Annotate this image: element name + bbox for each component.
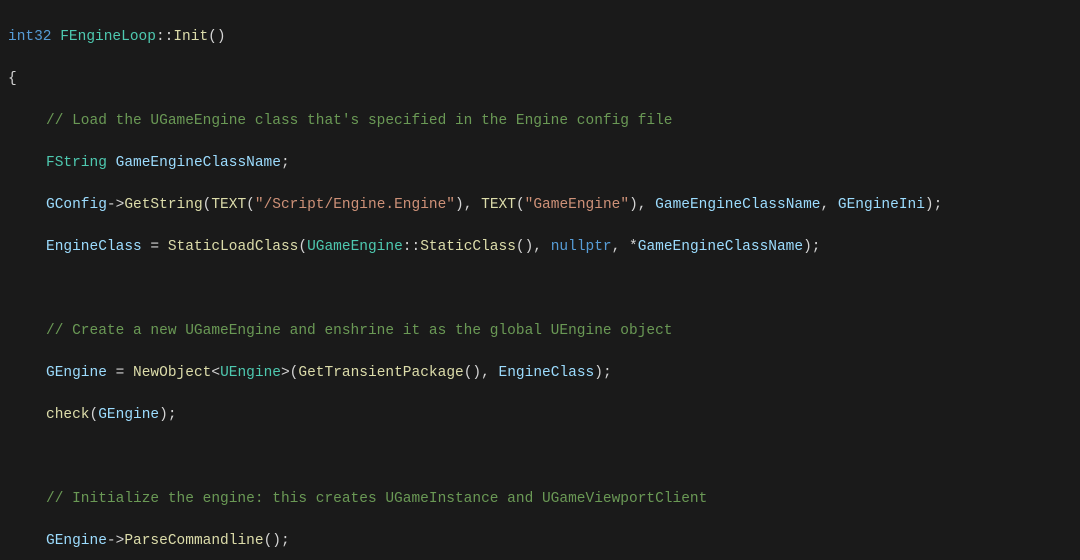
signature-line: int32 FEngineLoop::Init() — [8, 27, 1072, 48]
code-line: GConfig->GetString(TEXT("/Script/Engine.… — [8, 195, 1072, 216]
comment-line: // Initialize the engine: this creates U… — [8, 489, 1072, 510]
comment-line: // Load the UGameEngine class that's spe… — [8, 111, 1072, 132]
blank-line — [8, 279, 1072, 300]
class-name: FEngineLoop — [60, 29, 156, 45]
method-name: Init — [173, 29, 208, 45]
code-line: GEngine = NewObject<UEngine>(GetTransien… — [8, 363, 1072, 384]
code-line: EngineClass = StaticLoadClass(UGameEngin… — [8, 237, 1072, 258]
brace-open: { — [8, 69, 1072, 90]
code-line: GEngine->ParseCommandline(); — [8, 531, 1072, 552]
code-editor[interactable]: int32 FEngineLoop::Init() { // Load the … — [0, 0, 1080, 560]
comment-line: // Create a new UGameEngine and enshrine… — [8, 321, 1072, 342]
code-line: FString GameEngineClassName; — [8, 153, 1072, 174]
return-type: int32 — [8, 29, 52, 45]
blank-line — [8, 447, 1072, 468]
code-line: check(GEngine); — [8, 405, 1072, 426]
